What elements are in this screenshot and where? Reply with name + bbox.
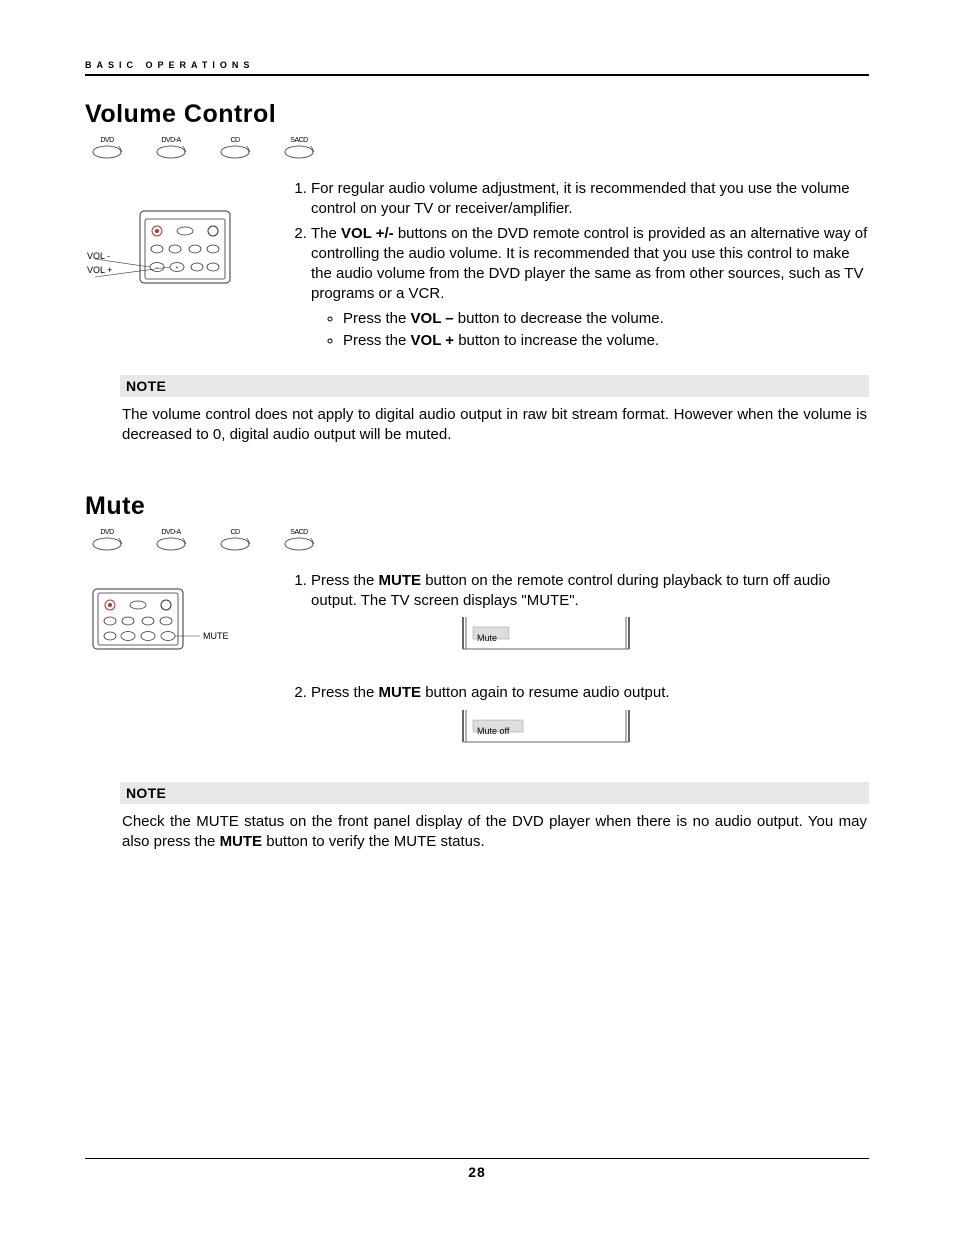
disc-type-row: DVD DVD-A CD SACD [89, 529, 869, 553]
osd-display: Mute off [461, 710, 631, 764]
disc-type-row: DVD DVD-A CD SACD [89, 137, 869, 161]
disc-icon: DVD-A [153, 137, 189, 161]
list-item: Press the MUTE button on the remote cont… [311, 571, 869, 680]
disc-icon: SACD [281, 529, 317, 553]
volume-instructions: For regular audio volume adjustment, it … [283, 179, 869, 351]
disc-icon: CD [217, 529, 253, 553]
manual-page: BASIC OPERATIONS Volume Control DVD DVD-… [0, 0, 954, 1235]
disc-label: DVD [100, 137, 113, 144]
remote-diagram-mute [85, 581, 275, 661]
disc-icon: SACD [281, 137, 317, 161]
list-item: For regular audio volume adjustment, it … [311, 179, 869, 220]
note-box: NOTE Check the MUTE status on the front … [120, 782, 869, 853]
disc-icon: DVD [89, 529, 125, 553]
note-body: The volume control does not apply to dig… [120, 397, 869, 446]
disc-icon: CD [217, 137, 253, 161]
disc-label: CD [230, 137, 239, 144]
disc-label: CD [230, 529, 239, 536]
callout-vol-plus: VOL + [87, 265, 277, 275]
section-title-mute: Mute [85, 492, 869, 521]
note-body: Check the MUTE status on the front panel… [120, 804, 869, 853]
remote-diagram-volume: − + [85, 189, 275, 309]
disc-label: DVD [100, 529, 113, 536]
breadcrumb: BASIC OPERATIONS [85, 60, 869, 76]
section-title-volume: Volume Control [85, 100, 869, 129]
disc-label: DVD-A [161, 529, 180, 536]
list-item: Press the MUTE button again to resume au… [311, 683, 869, 772]
callout-mute: MUTE [203, 631, 393, 641]
mute-instructions: Press the MUTE button on the remote cont… [283, 571, 869, 773]
note-box: NOTE The volume control does not apply t… [120, 375, 869, 446]
disc-label: SACD [290, 529, 307, 536]
note-heading: NOTE [120, 782, 869, 804]
sub-list-item: Press the VOL + button to increase the v… [343, 331, 869, 351]
disc-label: DVD-A [161, 137, 180, 144]
osd-display: Mute [461, 617, 631, 671]
list-item: The VOL +/- buttons on the DVD remote co… [311, 224, 869, 352]
disc-label: SACD [290, 137, 307, 144]
osd-text: Mute [477, 632, 647, 644]
osd-text: Mute off [477, 725, 647, 737]
disc-icon: DVD [89, 137, 125, 161]
sub-list-item: Press the VOL – button to decrease the v… [343, 309, 869, 329]
callout-vol-minus: VOL - [87, 251, 277, 261]
page-number: 28 [0, 1164, 954, 1180]
note-heading: NOTE [120, 375, 869, 397]
disc-icon: DVD-A [153, 529, 189, 553]
